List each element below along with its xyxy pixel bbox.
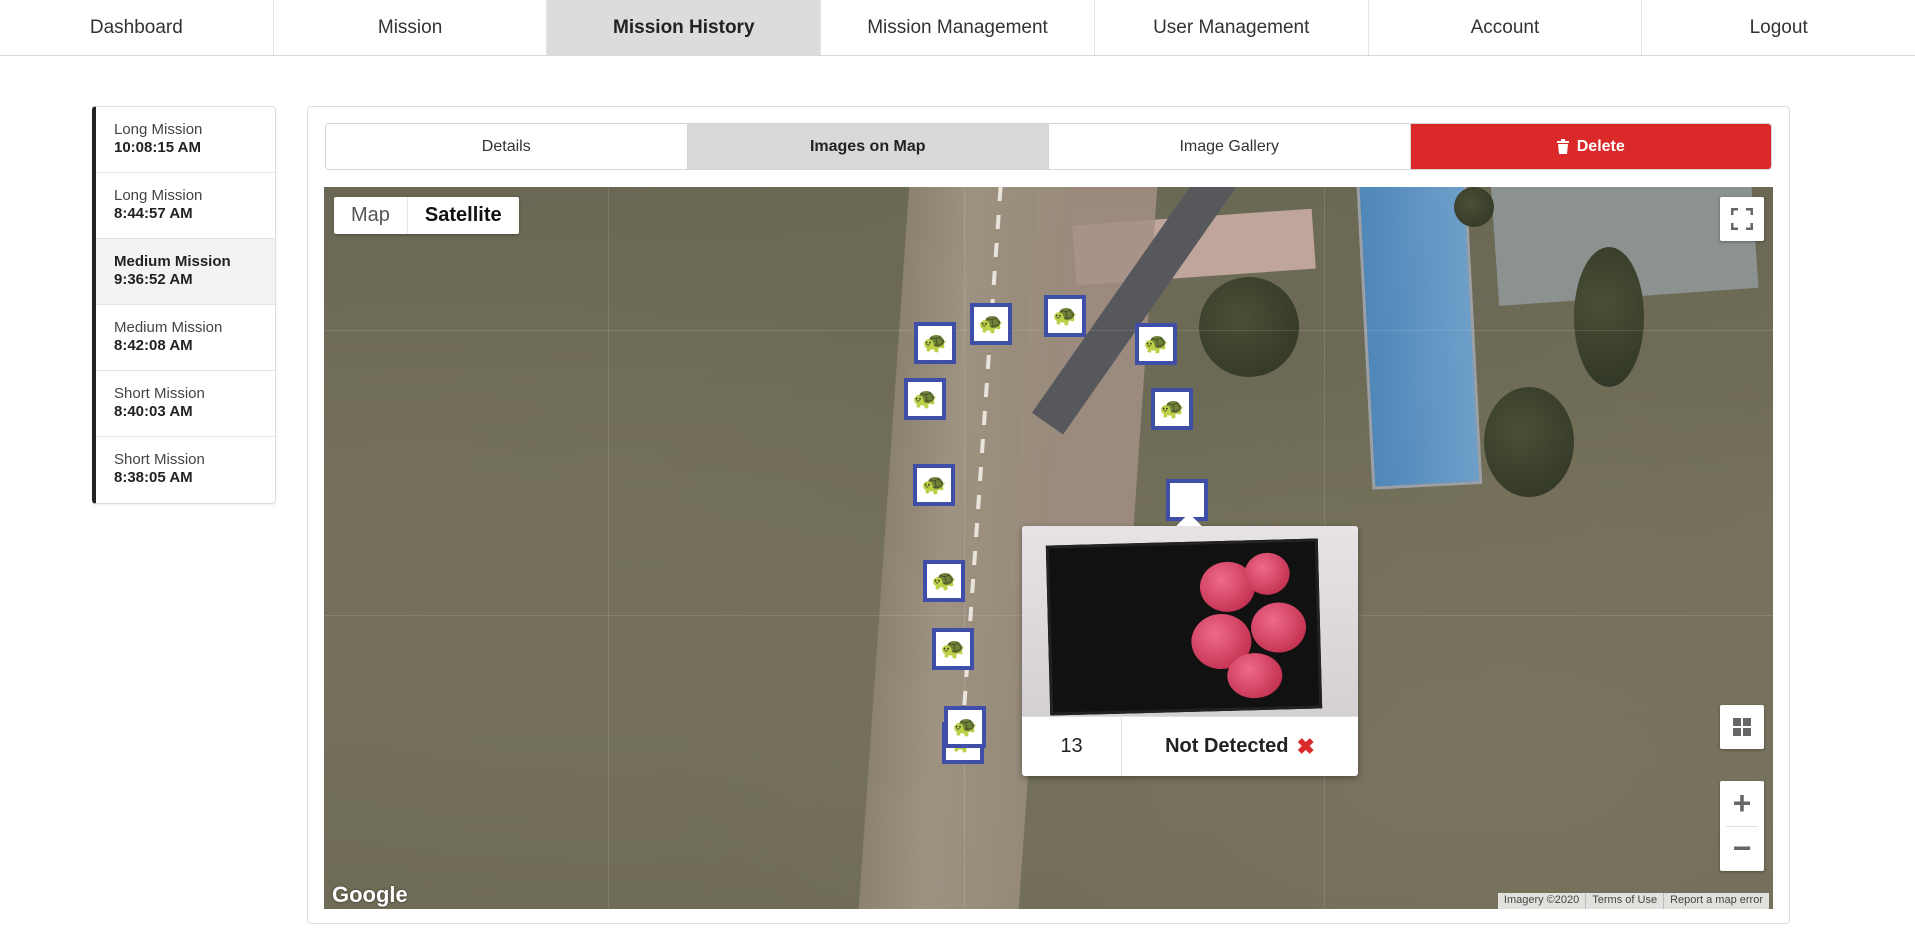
mission-time: 8:44:57 AM: [114, 205, 193, 222]
tab-images-on-map[interactable]: Images on Map: [687, 124, 1049, 169]
turtle-icon: 🐢: [917, 468, 951, 502]
zoom-out-button[interactable]: −: [1720, 826, 1764, 871]
image-number: 13: [1022, 717, 1122, 776]
satellite-map[interactable]: 🐢 🐢 🐢 🐢 🐢 🐢 🐢 🐢 🐢 🐢 🐢 Map Satellite: [324, 187, 1773, 909]
tab-image-gallery[interactable]: Image Gallery: [1049, 124, 1411, 169]
map-feature-pool: [1355, 187, 1483, 490]
zoom-in-button[interactable]: +: [1720, 781, 1764, 826]
map-attribution: Imagery ©2020 Terms of Use Report a map …: [1497, 893, 1769, 909]
turtle-icon: 🐢: [1139, 327, 1173, 361]
turtle-icon: 🐢: [948, 710, 982, 744]
mission-name: Medium Mission: [114, 319, 223, 336]
map-tile-seam: [608, 187, 609, 909]
mission-item[interactable]: Long Mission 10:08:15 AM: [96, 107, 275, 173]
delete-button[interactable]: Delete: [1410, 124, 1771, 169]
map-type-satellite-button[interactable]: Satellite: [406, 197, 519, 234]
image-marker[interactable]: 🐢: [970, 303, 1012, 345]
zoom-control: + −: [1720, 781, 1764, 871]
turtle-icon: 🐢: [908, 382, 942, 416]
mission-time: 8:40:03 AM: [114, 403, 193, 420]
image-marker[interactable]: 🐢: [1044, 295, 1086, 337]
mission-time: 8:38:05 AM: [114, 469, 193, 486]
mission-item[interactable]: Medium Mission 8:42:08 AM: [96, 305, 275, 371]
nav-user-management[interactable]: User Management: [1095, 0, 1369, 55]
thumbnail-monitor: [1045, 538, 1323, 716]
image-info-window[interactable]: 13 Not Detected ✖: [1022, 513, 1358, 776]
mission-list: Long Mission 10:08:15 AM Long Mission 8:…: [92, 106, 276, 504]
map-feature-tree: [1199, 277, 1299, 377]
fullscreen-icon: [1731, 208, 1753, 230]
grid-icon: [1733, 718, 1751, 736]
nav-dashboard[interactable]: Dashboard: [0, 0, 274, 55]
turtle-icon: 🐢: [936, 632, 970, 666]
mission-item-selected[interactable]: Medium Mission 9:36:52 AM: [96, 239, 275, 305]
mission-name: Short Mission: [114, 385, 205, 402]
imagery-credit: Imagery ©2020: [1503, 894, 1580, 906]
delete-label: Delete: [1576, 137, 1625, 155]
detection-status: Not Detected ✖: [1122, 717, 1358, 776]
mission-detail-panel: Details Images on Map Image Gallery Dele…: [307, 106, 1790, 924]
report-error-link[interactable]: Report a map error: [1663, 893, 1769, 909]
image-marker[interactable]: 🐢: [1135, 323, 1177, 365]
turtle-icon: 🐢: [1048, 299, 1082, 333]
image-marker[interactable]: 🐢: [1151, 388, 1193, 430]
fullscreen-button[interactable]: [1720, 197, 1764, 241]
tab-details[interactable]: Details: [326, 124, 688, 169]
map-type-map-button[interactable]: Map: [334, 197, 407, 234]
mission-name: Long Mission: [114, 187, 203, 204]
mission-item[interactable]: Short Mission 8:38:05 AM: [96, 437, 275, 503]
nav-mission-management[interactable]: Mission Management: [821, 0, 1095, 55]
image-marker[interactable]: 🐢: [914, 322, 956, 364]
top-nav: Dashboard Mission Mission History Missio…: [0, 0, 1915, 56]
nav-mission-history[interactable]: Mission History: [547, 0, 822, 55]
map-layers-button[interactable]: [1720, 705, 1764, 749]
mission-time: 9:36:52 AM: [114, 271, 193, 288]
image-marker[interactable]: 🐢: [904, 378, 946, 420]
map-feature-tree: [1454, 187, 1494, 227]
mission-name: Medium Mission: [114, 253, 231, 270]
nav-logout[interactable]: Logout: [1642, 0, 1915, 55]
turtle-icon: 🐢: [974, 307, 1008, 341]
image-marker[interactable]: 🐢: [944, 706, 986, 748]
turtle-icon: 🐢: [927, 564, 961, 598]
map-feature-tree: [1574, 247, 1644, 387]
mission-time: 8:42:08 AM: [114, 337, 193, 354]
nav-account[interactable]: Account: [1369, 0, 1643, 55]
detection-status-label: Not Detected: [1165, 735, 1289, 757]
terms-link[interactable]: Terms of Use: [1585, 893, 1663, 909]
image-marker[interactable]: 🐢: [913, 464, 955, 506]
thumbnail-shape: [1226, 652, 1283, 699]
zoom-divider: [1726, 826, 1758, 827]
map-type-control: Map Satellite: [334, 197, 519, 234]
image-marker[interactable]: 🐢: [932, 628, 974, 670]
image-marker[interactable]: 🐢: [923, 560, 965, 602]
image-thumbnail[interactable]: [1022, 526, 1358, 716]
map-feature-tree: [1484, 387, 1574, 497]
mission-name: Short Mission: [114, 451, 205, 468]
trash-icon: [1556, 139, 1569, 154]
mission-name: Long Mission: [114, 121, 203, 138]
thumbnail-shape: [1250, 601, 1307, 654]
google-logo: Google: [332, 882, 408, 907]
mission-time: 10:08:15 AM: [114, 139, 201, 156]
info-window-footer: 13 Not Detected ✖: [1022, 716, 1358, 776]
x-mark-icon: ✖: [1296, 733, 1315, 759]
thumbnail-shape: [1244, 552, 1291, 596]
mission-tabs: Details Images on Map Image Gallery Dele…: [325, 123, 1772, 170]
mission-item[interactable]: Long Mission 8:44:57 AM: [96, 173, 275, 239]
map-tile-seam: [964, 187, 965, 909]
nav-mission[interactable]: Mission: [274, 0, 548, 55]
mission-item[interactable]: Short Mission 8:40:03 AM: [96, 371, 275, 437]
turtle-icon: 🐢: [1155, 392, 1189, 426]
turtle-icon: 🐢: [918, 326, 952, 360]
